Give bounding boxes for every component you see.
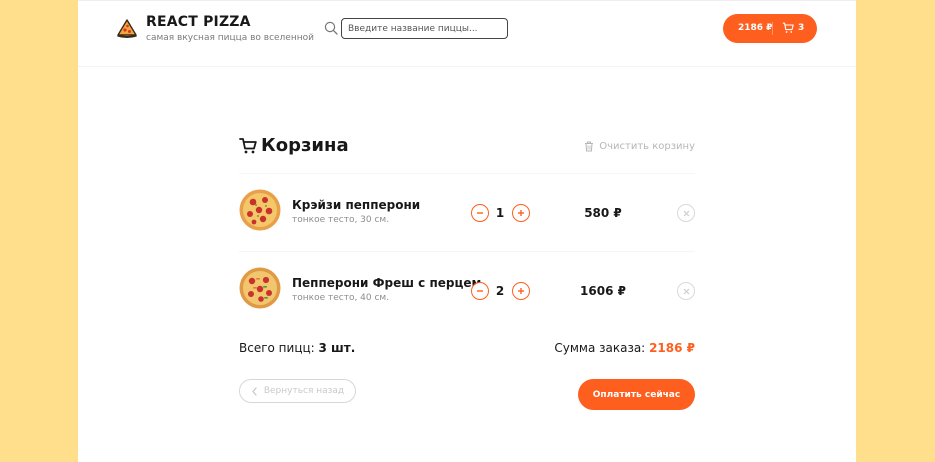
pizza-image <box>239 189 281 231</box>
cart-item: Крэйзи пепперони тонкое тесто, 30 см. 1 … <box>239 173 695 251</box>
close-icon <box>683 210 689 216</box>
total-count-label: Всего пицц: <box>239 341 315 355</box>
item-name: Крэйзи пепперони <box>292 198 421 212</box>
increase-quantity-button[interactable] <box>512 282 530 300</box>
plus-icon <box>518 210 524 216</box>
item-name: Пепперони Фреш с перцем <box>292 276 482 290</box>
increase-quantity-button[interactable] <box>512 204 530 222</box>
clear-cart-button[interactable]: Очистить корзину <box>584 141 695 152</box>
item-description: тонкое тесто, 30 см. <box>292 215 390 225</box>
header-cart-count: 3 <box>798 23 805 33</box>
back-button-label: Вернуться назад <box>263 386 345 396</box>
total-sum-label: Сумма заказа: <box>554 341 646 355</box>
plus-icon <box>518 288 524 294</box>
chevron-left-icon <box>252 386 257 396</box>
divider <box>772 22 773 35</box>
close-icon <box>683 288 689 294</box>
header-cart-price: 2186 ₽ <box>738 23 773 33</box>
search-input[interactable] <box>341 18 508 39</box>
cart-icon <box>782 22 794 33</box>
pizza-logo-icon[interactable] <box>116 17 138 39</box>
logo-title[interactable]: REACT PIZZA <box>146 14 251 30</box>
cart-icon <box>239 138 257 154</box>
header: REACT PIZZA самая вкусная пицца во вселе… <box>78 1 856 67</box>
item-quantity: 1 <box>495 206 505 220</box>
cart-item: Пепперони Фреш с перцем тонкое тесто, 40… <box>239 251 695 329</box>
remove-item-button[interactable] <box>677 282 695 300</box>
minus-icon <box>477 290 483 292</box>
total-sum-value: 2186 ₽ <box>649 341 695 355</box>
decrease-quantity-button[interactable] <box>471 204 489 222</box>
item-price: 580 ₽ <box>584 206 622 220</box>
item-description: тонкое тесто, 40 см. <box>292 293 390 303</box>
decrease-quantity-button[interactable] <box>471 282 489 300</box>
page-container: REACT PIZZA самая вкусная пицца во вселе… <box>78 0 856 462</box>
clear-cart-label: Очистить корзину <box>599 141 695 152</box>
pizza-image <box>239 267 281 309</box>
item-quantity: 2 <box>495 284 505 298</box>
item-price: 1606 ₽ <box>580 284 626 298</box>
header-cart-button[interactable]: 2186 ₽ 3 <box>723 14 817 43</box>
logo-subtitle: самая вкусная пицца во вселенной <box>146 33 314 43</box>
back-button[interactable]: Вернуться назад <box>239 379 356 403</box>
total-count-value: 3 шт. <box>318 341 356 355</box>
total-sum: Сумма заказа: 2186 ₽ <box>554 341 695 355</box>
pay-now-button[interactable]: Оплатить сейчас <box>578 379 695 410</box>
pay-button-label: Оплатить сейчас <box>592 389 681 400</box>
trash-icon <box>585 141 594 152</box>
remove-item-button[interactable] <box>677 204 695 222</box>
search-icon <box>324 21 338 35</box>
total-count: Всего пицц: 3 шт. <box>239 341 355 355</box>
minus-icon <box>477 212 483 214</box>
page-title: Корзина <box>261 135 349 156</box>
